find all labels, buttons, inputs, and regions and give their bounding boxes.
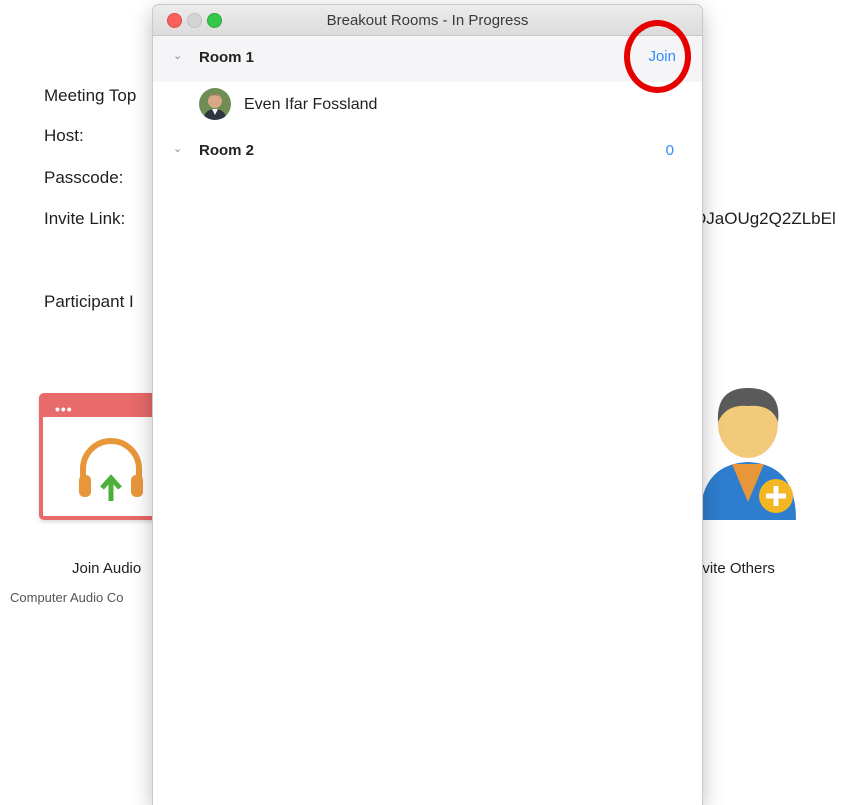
add-user-icon[interactable] [696,384,800,520]
invite-others-label: nvite Others [694,560,775,577]
invite-link-label: Invite Link: [44,209,126,228]
room-row-2[interactable]: ⌄ Room 2 0 [153,129,702,175]
window-dots-icon: ••• [55,401,73,417]
host-label: Host: [44,126,84,145]
window-title: Breakout Rooms - In Progress [326,12,529,29]
breakout-rooms-window: Breakout Rooms - In Progress ⌄ Room 1 Jo… [153,5,702,805]
passcode-label: Passcode: [44,168,124,187]
participant-id-label: Participant I [44,292,134,311]
room-row-1[interactable]: ⌄ Room 1 Join [153,36,702,82]
invite-link-value[interactable]: DJaOUg2Q2ZLbEl [694,209,836,229]
participant-name: Even Ifar Fossland [244,96,378,113]
room-name: Room 1 [199,49,255,66]
headphones-icon [79,438,143,501]
participant-count: 0 [665,142,674,159]
join-audio-label: Join Audio [72,560,142,577]
join-audio-sublabel: Computer Audio Co [10,590,124,605]
room-name: Room 2 [199,142,255,159]
meeting-topic-label: Meeting Top [44,86,137,105]
title-bar: Breakout Rooms - In Progress [153,5,702,36]
chevron-down-icon[interactable]: ⌄ [173,142,182,155]
participant-row: Even Ifar Fossland [153,84,702,126]
avatar [199,88,231,120]
chevron-down-icon[interactable]: ⌄ [173,49,182,62]
join-room-button[interactable]: Join [648,48,676,65]
